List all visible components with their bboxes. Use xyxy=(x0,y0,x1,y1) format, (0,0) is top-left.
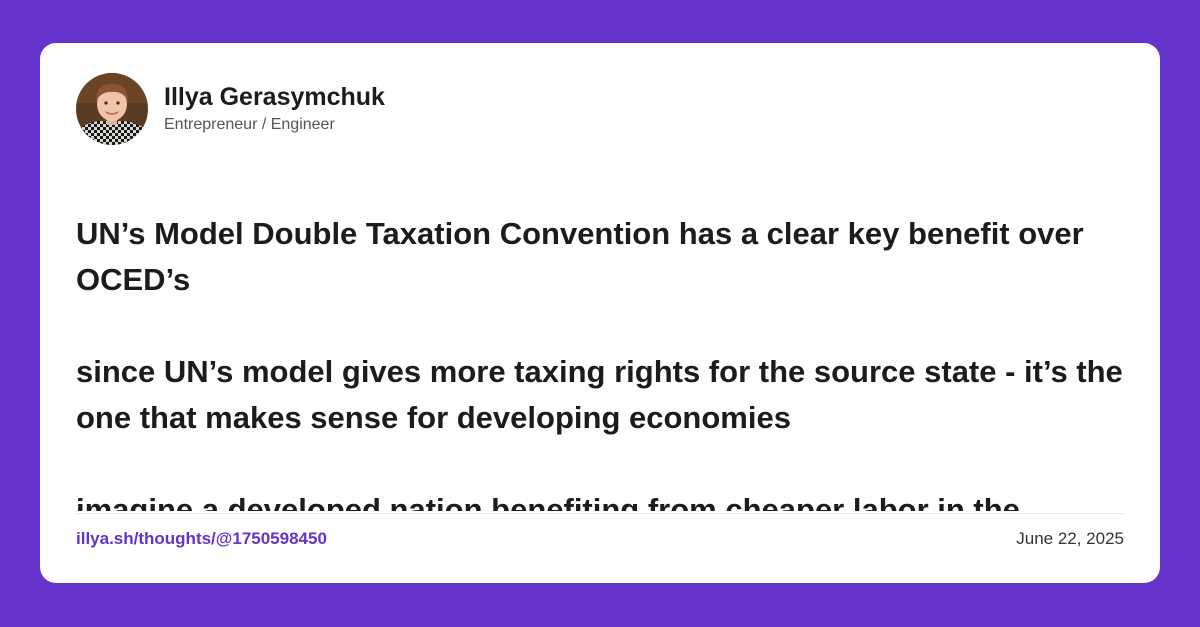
post-paragraph: UN’s Model Double Taxation Convention ha… xyxy=(76,216,1084,297)
thought-card: Illya Gerasymchuk Entrepreneur / Enginee… xyxy=(40,43,1160,583)
avatar xyxy=(76,73,148,145)
profile-photo-icon xyxy=(76,73,148,145)
author-name: Illya Gerasymchuk xyxy=(164,83,385,111)
footer-divider xyxy=(76,513,1124,514)
author-header: Illya Gerasymchuk Entrepreneur / Enginee… xyxy=(76,73,385,145)
post-paragraph: imagine a developed nation benefiting fr… xyxy=(76,492,1020,511)
post-body: UN’s Model Double Taxation Convention ha… xyxy=(76,211,1136,511)
post-date: June 22, 2025 xyxy=(1016,529,1124,548)
author-role: Entrepreneur / Engineer xyxy=(164,116,335,133)
post-paragraph: since UN’s model gives more taxing right… xyxy=(76,354,1123,435)
card-footer: illya.sh/thoughts/@1750598450 June 22, 2… xyxy=(76,529,1124,549)
permalink-link[interactable]: illya.sh/thoughts/@1750598450 xyxy=(76,529,327,549)
